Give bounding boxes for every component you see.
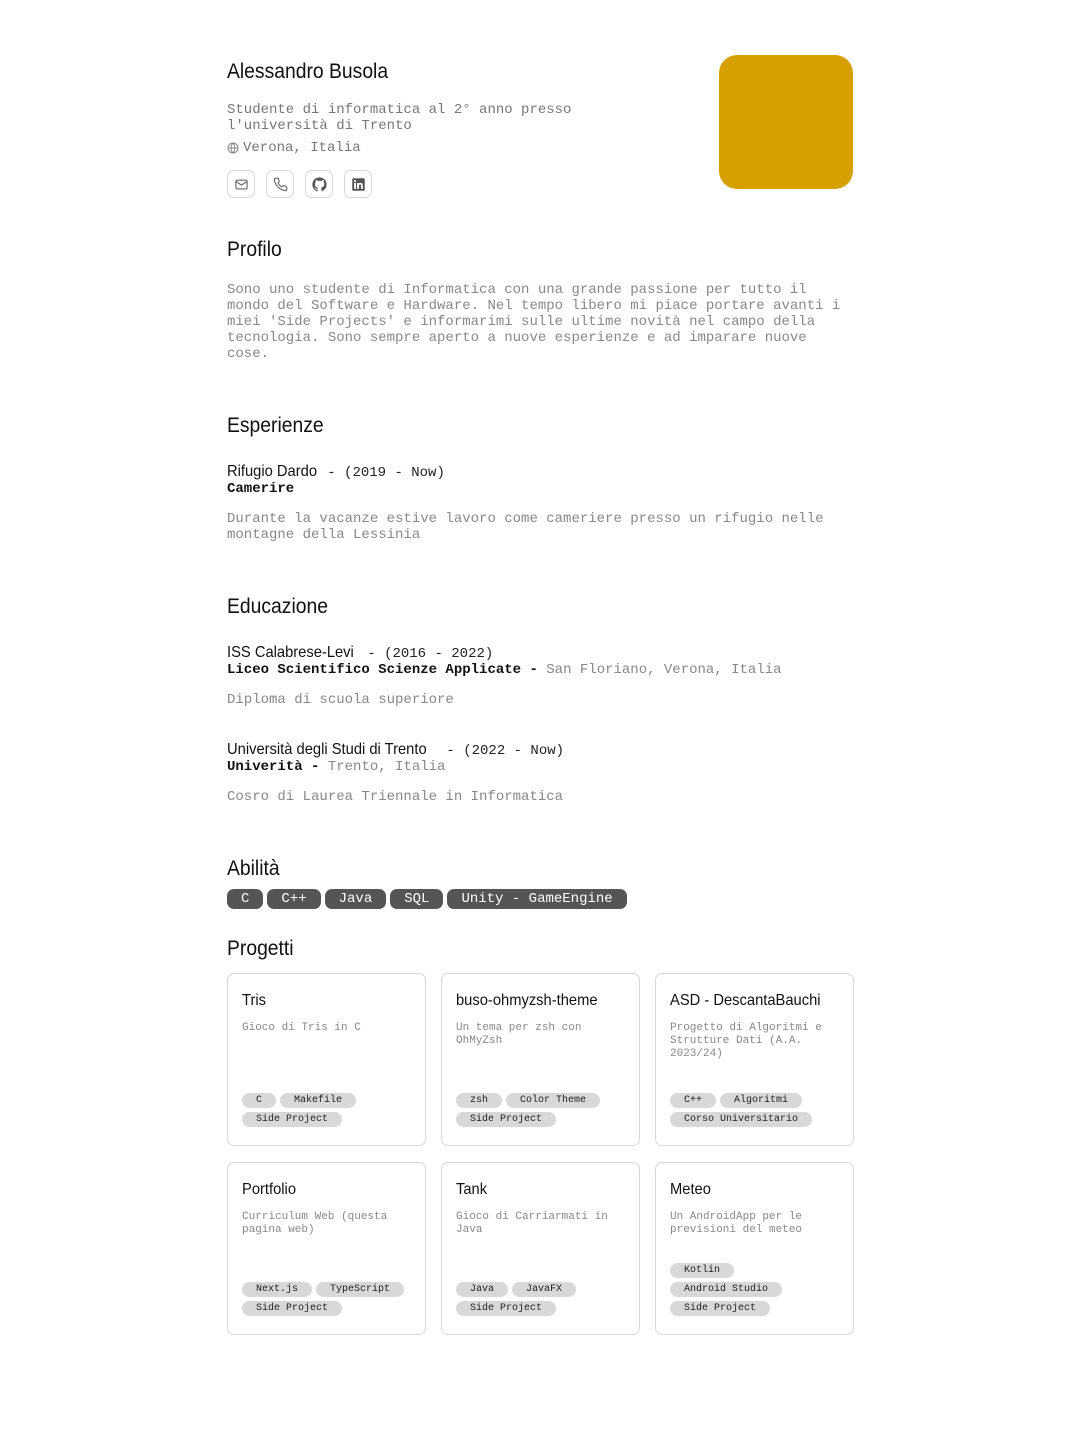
- project-desc: Gioco di Tris in C: [242, 1022, 361, 1034]
- project-tag: Kotlin: [670, 1263, 735, 1278]
- project-title: ASD - DescantaBauchi: [670, 992, 821, 1009]
- entry-role-text: Liceo Scientifico Scienze Applicate: [227, 662, 522, 678]
- experience-entry: Rifugio Dardo - (2019 - Now) Camerire Du…: [227, 463, 853, 544]
- project-tag: C++: [670, 1093, 717, 1108]
- education-section: Educazione ISS Calabrese-Levi - (2016 - …: [227, 593, 853, 805]
- location-text: Verona, Italia: [243, 140, 361, 156]
- project-tag: Color Theme: [506, 1093, 601, 1108]
- profile-section: Profilo Sono uno studente di Informatica…: [227, 236, 853, 362]
- entry-title: ISS Calabrese-Levi - (2016 - 2022): [227, 644, 494, 663]
- email-button[interactable]: [227, 170, 255, 198]
- project-tags: Kotlin Android Studio Side Project: [670, 1263, 843, 1316]
- project-card-meteo[interactable]: Meteo Un AndroidApp per le previsioni de…: [655, 1162, 854, 1335]
- project-tags: Java JavaFX Side Project: [456, 1282, 629, 1316]
- entry-org: Rifugio Dardo: [227, 463, 318, 480]
- linkedin-button[interactable]: [344, 170, 372, 198]
- project-tag: Side Project: [670, 1301, 771, 1316]
- project-tag: Side Project: [242, 1112, 343, 1127]
- project-desc: Un AndroidApp per le previsioni del mete…: [670, 1211, 803, 1236]
- skills-list: C C++ Java SQL Unity - GameEngine: [227, 889, 853, 909]
- project-tag: Makefile: [280, 1093, 357, 1108]
- entry-org: Università degli Studi di Trento: [227, 741, 427, 758]
- skill-badge: Java: [324, 889, 387, 909]
- entry-desc: Diploma di scuola superiore: [227, 692, 454, 708]
- avatar: [719, 55, 853, 189]
- entry-role: Camerire: [227, 481, 295, 497]
- tagline: Studente di informatica al 2° anno press…: [227, 102, 572, 134]
- header: Alessandro Busola Studente di informatic…: [227, 55, 853, 208]
- project-title: Tris: [242, 992, 266, 1009]
- project-tag: TypeScript: [316, 1282, 405, 1297]
- projects-section: Progetti Tris Gioco di Tris in C C Makef…: [227, 935, 854, 1335]
- project-tag: Corso Universitario: [670, 1112, 813, 1127]
- linkedin-icon: [351, 177, 365, 191]
- skill-badge: SQL: [390, 889, 444, 909]
- entry-title: Rifugio Dardo - (2019 - Now): [227, 463, 445, 482]
- entry-role-text: Univerità: [227, 759, 303, 775]
- entry-desc: Cosro di Laurea Triennale in Informatica: [227, 789, 564, 805]
- entry-org: ISS Calabrese-Levi: [227, 644, 354, 661]
- project-card-tris[interactable]: Tris Gioco di Tris in C C Makefile Side …: [227, 973, 426, 1146]
- project-tag: JavaFX: [512, 1282, 577, 1297]
- profile-heading: Profilo: [227, 238, 282, 261]
- projects-grid: Tris Gioco di Tris in C C Makefile Side …: [227, 973, 854, 1335]
- project-title: Portfolio: [242, 1181, 297, 1198]
- entry-period: (2022 - Now): [463, 743, 565, 759]
- project-tags: C Makefile Side Project: [242, 1093, 415, 1127]
- project-title: Meteo: [670, 1181, 711, 1198]
- experience-section: Esperienze Rifugio Dardo - (2019 - Now) …: [227, 412, 853, 543]
- project-tag: Side Project: [242, 1301, 343, 1316]
- project-desc: Curriculum Web (questa pagina web): [242, 1211, 388, 1236]
- entry-period: (2016 - 2022): [384, 646, 494, 662]
- project-tag: Java: [456, 1282, 509, 1297]
- project-tag: Side Project: [456, 1112, 557, 1127]
- entry-role: Liceo Scientifico Scienze Applicate - Sa…: [227, 662, 782, 678]
- project-tags: Next.js TypeScript Side Project: [242, 1282, 415, 1316]
- phone-button[interactable]: [266, 170, 294, 198]
- project-tag: Side Project: [456, 1301, 557, 1316]
- project-card-portfolio[interactable]: Portfolio Curriculum Web (questa pagina …: [227, 1162, 426, 1335]
- github-button[interactable]: [305, 170, 333, 198]
- project-tags: C++ Algoritmi Corso Universitario: [670, 1093, 843, 1127]
- project-card-tank[interactable]: Tank Gioco di Carriarmati in Java Java J…: [441, 1162, 640, 1335]
- project-title: buso-ohmyzsh-theme: [456, 992, 598, 1009]
- project-desc: Gioco di Carriarmati in Java: [456, 1211, 608, 1236]
- globe-icon: [227, 142, 239, 154]
- project-tag: Android Studio: [670, 1282, 783, 1297]
- project-desc: Un tema per zsh con OhMyZsh: [456, 1022, 582, 1047]
- education-entry: ISS Calabrese-Levi - (2016 - 2022) Liceo…: [227, 644, 853, 709]
- education-entry: Università degli Studi di Trento - (2022…: [227, 741, 853, 806]
- mail-icon: [234, 179, 248, 189]
- project-card-buso-ohmyzsh-theme[interactable]: buso-ohmyzsh-theme Un tema per zsh con O…: [441, 973, 640, 1146]
- project-tags: zsh Color Theme Side Project: [456, 1093, 629, 1127]
- skills-section: Abilità C C++ Java SQL Unity - GameEngin…: [227, 855, 853, 909]
- entry-role: Univerità - Trento, Italia: [227, 759, 446, 775]
- skill-badge: C: [227, 889, 264, 909]
- project-tag: zsh: [456, 1093, 503, 1108]
- education-heading: Educazione: [227, 595, 328, 618]
- project-card-asd[interactable]: ASD - DescantaBauchi Progetto di Algorit…: [655, 973, 854, 1146]
- project-title: Tank: [456, 1181, 488, 1198]
- project-tag: Algoritmi: [720, 1093, 803, 1108]
- entry-desc: Durante la vacanze estive lavoro come ca…: [227, 511, 824, 543]
- skill-badge: C++: [267, 889, 321, 909]
- github-icon: [311, 176, 327, 191]
- phone-icon: [273, 177, 287, 191]
- project-tag: C: [242, 1093, 277, 1108]
- profile-text: Sono uno studente di Informatica con una…: [227, 282, 841, 362]
- project-tag: Next.js: [242, 1282, 313, 1297]
- skills-heading: Abilità: [227, 857, 280, 880]
- skill-badge: Unity - GameEngine: [447, 889, 627, 909]
- project-desc: Progetto di Algoritmi e Strutture Dati (…: [670, 1022, 822, 1060]
- projects-heading: Progetti: [227, 937, 294, 960]
- entry-place: San Floriano, Verona, Italia: [546, 662, 782, 678]
- entry-period: (2019 - Now): [344, 465, 445, 481]
- experience-heading: Esperienze: [227, 414, 324, 437]
- entry-place: Trento, Italia: [327, 759, 446, 775]
- entry-title: Università degli Studi di Trento - (2022…: [227, 741, 565, 760]
- person-name: Alessandro Busola: [227, 60, 389, 83]
- resume-page: Alessandro Busola Studente di informatic…: [227, 0, 854, 1335]
